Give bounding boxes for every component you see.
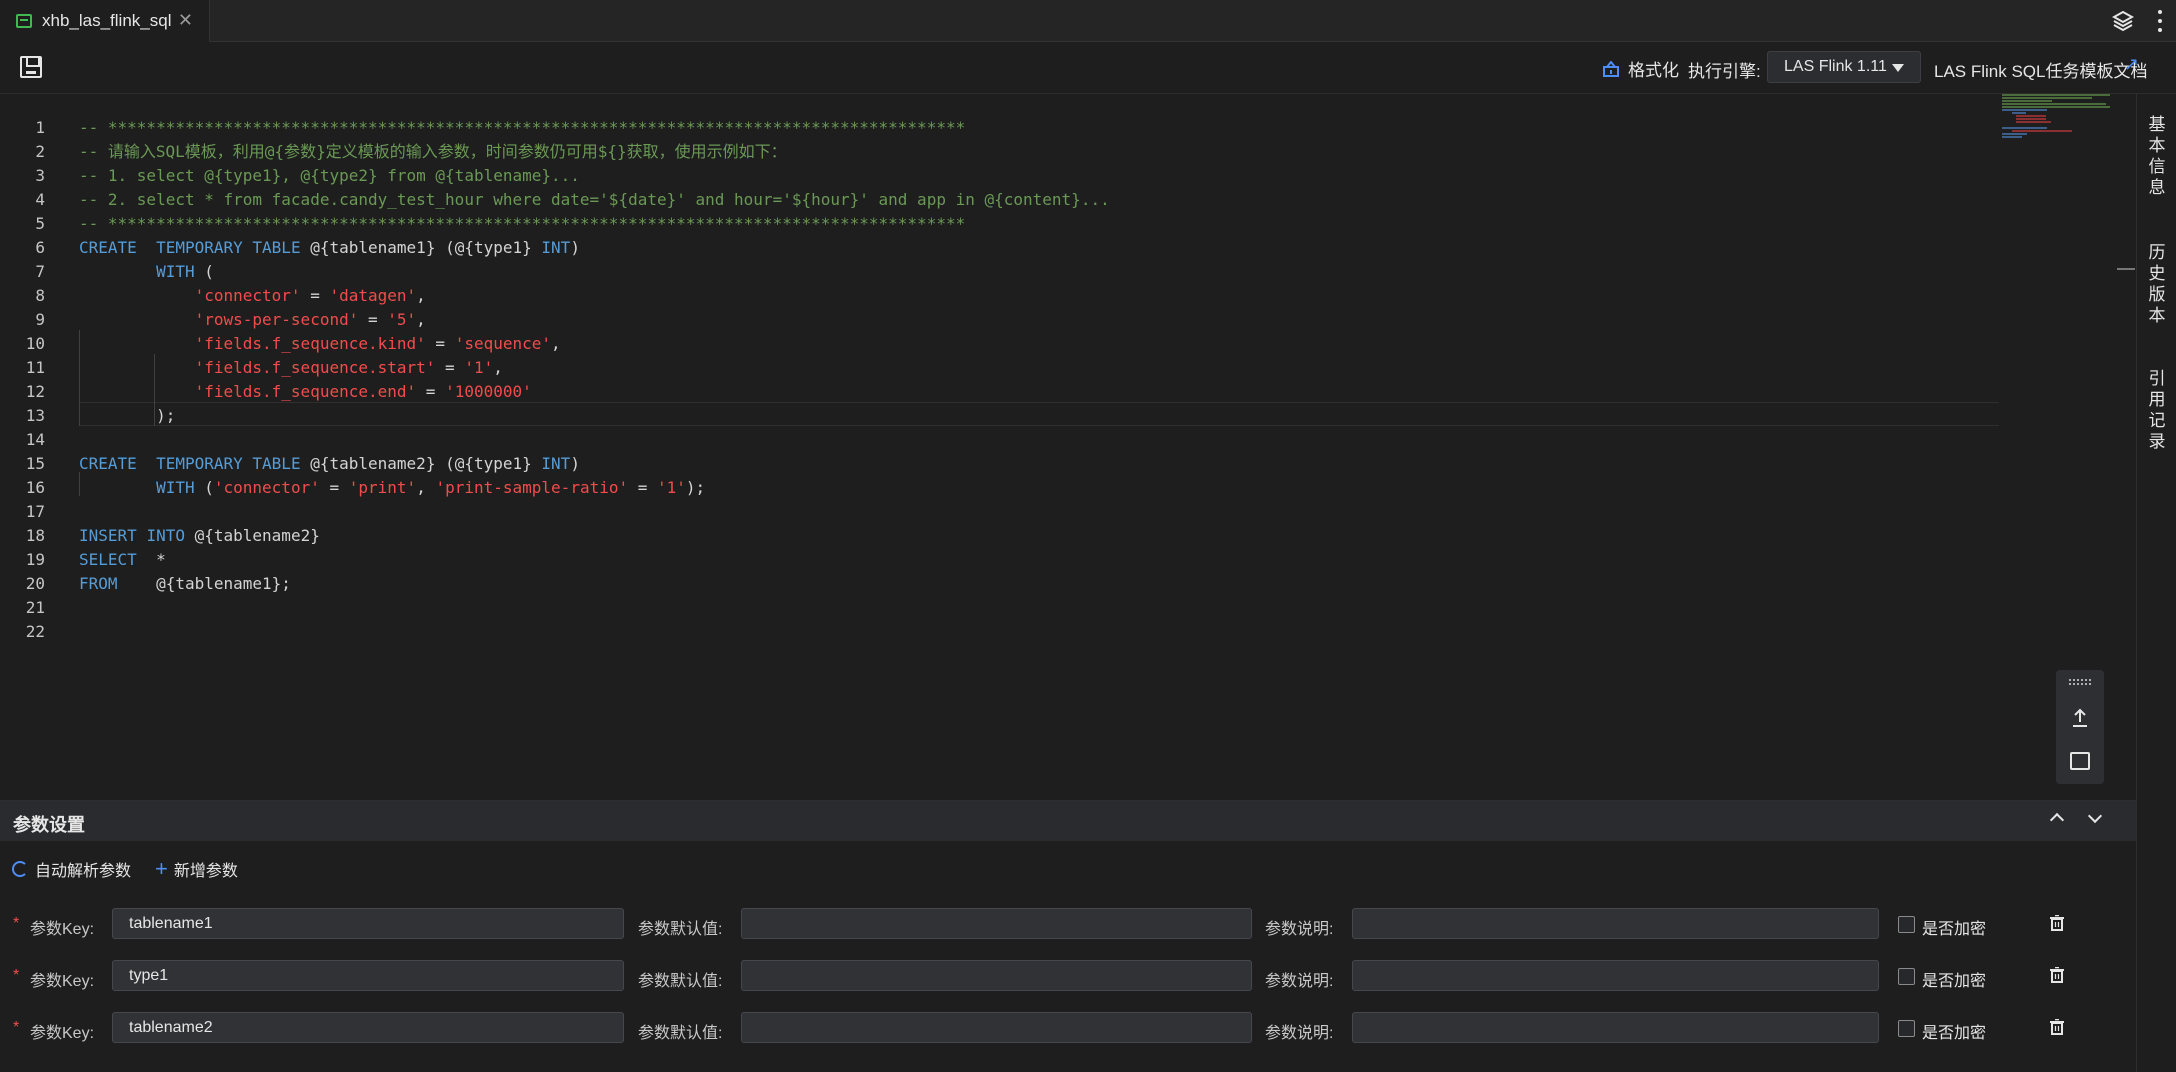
sql-editor[interactable]: 1 -- ************************************… [0, 94, 2136, 800]
encrypt-checkbox[interactable] [1898, 916, 1915, 933]
param-desc-input[interactable] [1352, 960, 1879, 991]
external-link-icon[interactable]: ↗ [2124, 54, 2139, 75]
right-sidebar: 基本信息 历史版本 引用记录 [2136, 94, 2176, 1072]
required-mark: * [13, 1019, 20, 1036]
scrollbar-marker[interactable] [2117, 268, 2135, 270]
encrypt-checkbox[interactable] [1898, 968, 1915, 985]
code-line: 21 [25, 598, 45, 617]
code-line: 18 INSERT INTO @{tablename2} [25, 526, 320, 545]
code-line: 16 WITH ('connector' = 'print', 'print-s… [25, 478, 706, 497]
required-mark: * [13, 967, 20, 984]
chevron-up-icon[interactable] [2049, 812, 2065, 828]
param-default-label: 参数默认值: [638, 1025, 723, 1042]
code-line: 8 'connector' = 'datagen', [35, 286, 426, 305]
param-default-label: 参数默认值: [638, 973, 723, 990]
code-line: 15 CREATE TEMPORARY TABLE @{tablename2} (… [25, 454, 580, 473]
param-desc-label: 参数说明: [1265, 1025, 1334, 1042]
param-default-input[interactable] [741, 960, 1252, 991]
auto-parse-label: 自动解析参数 [35, 863, 132, 880]
encrypt-label: 是否加密 [1922, 973, 1987, 990]
sql-file-icon [16, 14, 32, 28]
engine-label: 执行引擎: [1688, 62, 1761, 81]
code-line: 20 FROM @{tablename1}; [25, 574, 291, 593]
layers-icon[interactable] [2112, 10, 2134, 32]
param-desc-input[interactable] [1352, 908, 1879, 939]
param-default-label: 参数默认值: [638, 921, 723, 938]
param-desc-label: 参数说明: [1265, 921, 1334, 938]
sidebar-tab-history[interactable]: 历史版本 [2137, 242, 2176, 326]
params-header: 参数设置 [0, 801, 2136, 841]
engine-value: LAS Flink 1.11 [1784, 58, 1887, 75]
code-line: 14 [25, 430, 45, 449]
caret-down-icon [1892, 64, 1904, 72]
add-param-label: 新增参数 [173, 863, 238, 880]
drag-handle-icon[interactable] [2068, 678, 2092, 686]
editor-toolbar: 格式化 执行引擎: LAS Flink 1.11 LAS Flink SQL任务… [0, 42, 2176, 94]
sidebar-tab-basic-info[interactable]: 基本信息 [2137, 114, 2176, 198]
format-button[interactable]: 格式化 [1602, 56, 1679, 81]
param-key-input[interactable] [112, 1012, 624, 1043]
code-line: 7 WITH ( [35, 262, 214, 281]
trash-icon[interactable] [2050, 915, 2064, 931]
encrypt-label: 是否加密 [1922, 1025, 1987, 1042]
refresh-icon [12, 861, 28, 877]
code-line: 9 'rows-per-second' = '5', [35, 310, 426, 329]
code-line: 4 -- 2. select * from facade.candy_test_h… [35, 190, 1110, 209]
code-line: 19 SELECT * [25, 550, 166, 569]
code-line: 5 -- ************************************… [35, 214, 966, 233]
params-title: 参数设置 [13, 815, 85, 835]
more-icon[interactable] [2156, 8, 2164, 34]
save-icon[interactable] [20, 56, 42, 78]
code-line: 1 -- ************************************… [35, 118, 966, 137]
code-line: 13 ); [25, 406, 176, 425]
param-key-input[interactable] [112, 960, 624, 991]
tab-bar: xhb_las_flink_sql ✕ [0, 0, 2176, 42]
chevron-down-icon[interactable] [2087, 808, 2103, 824]
code-line: 17 [25, 502, 45, 521]
upload-icon[interactable] [2070, 706, 2090, 728]
param-key-label: 参数Key: [30, 973, 95, 990]
required-mark: * [13, 915, 20, 932]
param-row: * 参数Key: 参数默认值: 参数说明: 是否加密 [0, 959, 2136, 993]
code-line: 22 [25, 622, 45, 641]
close-icon[interactable]: ✕ [178, 10, 193, 31]
param-desc-label: 参数说明: [1265, 973, 1334, 990]
minimap[interactable] [2002, 94, 2114, 138]
param-key-label: 参数Key: [30, 1025, 95, 1042]
param-key-label: 参数Key: [30, 921, 95, 938]
trash-icon[interactable] [2050, 967, 2064, 983]
trash-icon[interactable] [2050, 1019, 2064, 1035]
add-param-button[interactable]: + 新增参数 [155, 857, 238, 881]
param-default-input[interactable] [741, 1012, 1252, 1043]
param-row: * 参数Key: 参数默认值: 参数说明: 是否加密 [0, 1011, 2136, 1045]
code-line: 3 -- 1. select @{type1}, @{type2} from @{… [35, 166, 580, 185]
code-line: 11 'fields.f_sequence.start' = '1', [25, 358, 503, 377]
code-line: 6 CREATE TEMPORARY TABLE @{tablename1} (@… [35, 238, 580, 257]
code-line: 2 -- 请输入SQL模板，利用@{参数}定义模板的输入参数，时间参数仍可用${}… [35, 142, 787, 161]
format-label: 格式化 [1628, 61, 1679, 80]
code-line: 10 'fields.f_sequence.kind' = 'sequence'… [25, 334, 561, 353]
param-key-input[interactable] [112, 908, 624, 939]
floating-tool-panel [2056, 670, 2104, 784]
plus-icon: + [155, 856, 168, 881]
format-icon [1603, 60, 1619, 77]
encrypt-label: 是否加密 [1922, 921, 1987, 938]
encrypt-checkbox[interactable] [1898, 1020, 1915, 1037]
docs-link[interactable]: LAS Flink SQL任务模板文档 [1934, 57, 2148, 82]
param-desc-input[interactable] [1352, 1012, 1879, 1043]
fit-screen-icon[interactable] [2070, 752, 2090, 770]
code-line: 12 'fields.f_sequence.end' = '1000000' [25, 382, 532, 401]
auto-parse-button[interactable]: 自动解析参数 [12, 857, 131, 881]
tab-label: xhb_las_flink_sql [42, 11, 172, 30]
sidebar-tab-references[interactable]: 引用记录 [2137, 368, 2176, 452]
tab-xhb-las-flink-sql[interactable]: xhb_las_flink_sql ✕ [0, 0, 210, 42]
params-panel: 参数设置 自动解析参数 + 新增参数 * 参数Key: 参数默认值: 参数说明:… [0, 800, 2136, 1072]
param-default-input[interactable] [741, 908, 1252, 939]
engine-select[interactable]: LAS Flink 1.11 [1767, 51, 1921, 83]
param-row: * 参数Key: 参数默认值: 参数说明: 是否加密 [0, 907, 2136, 941]
